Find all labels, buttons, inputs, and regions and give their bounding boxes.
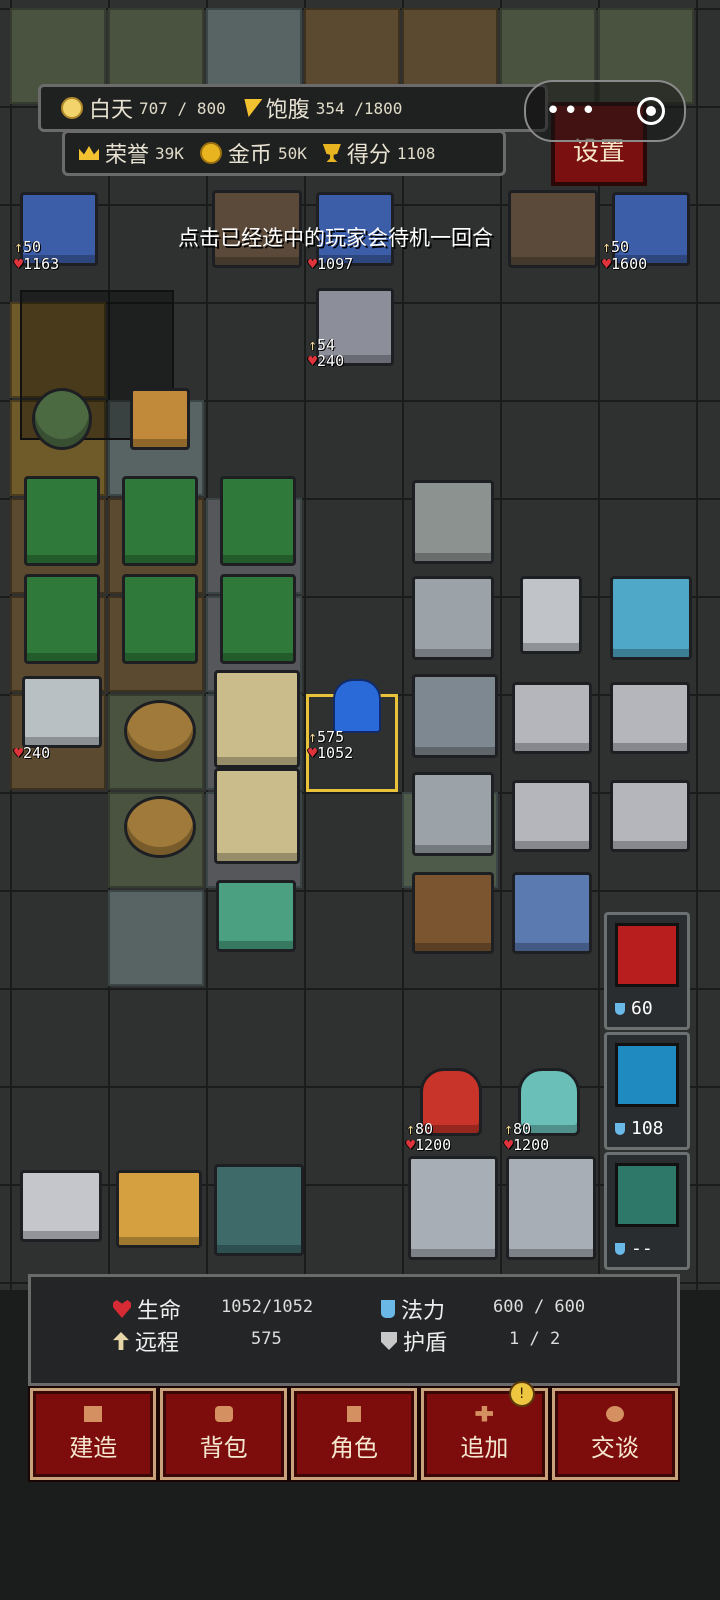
shield-icon (381, 1332, 397, 1350)
shield-value: 1 / 2 (509, 1329, 561, 1349)
heart-icon (113, 1300, 131, 1318)
bag-label: 背包 (199, 1433, 248, 1462)
score-value: 1108 (396, 143, 436, 163)
alert-badge: ! (508, 1381, 535, 1407)
girl-teal-atk: ↑80 (504, 1120, 532, 1138)
tile-stone (108, 890, 204, 986)
add-button[interactable]: 追加 ! (421, 1381, 548, 1480)
hp-label: 生命 (137, 1299, 182, 1324)
player-hp: ♥1052 (308, 744, 354, 762)
coin-icon (199, 142, 222, 164)
build-label: 建造 (69, 1433, 118, 1462)
mana-flask-icon (615, 1122, 625, 1135)
tower-3-hp: ♥1600 (602, 255, 648, 273)
close-target-icon[interactable] (636, 97, 665, 125)
skill-cost: -- (631, 1238, 653, 1259)
workshop-hp: ♥240 (14, 744, 51, 762)
day-label: 白天 (89, 98, 134, 123)
mana-flask-icon (615, 1242, 625, 1255)
tower-2-hp: ♥1097 (308, 255, 354, 273)
main-menu: 建造 背包 角色 追加 ! 交谈 (28, 1381, 680, 1482)
player-stats-panel: 生命 1052/1052 法力 600 / 600 远程 575 护盾 1 / … (28, 1274, 680, 1386)
honor-label: 荣誉 (105, 143, 150, 168)
trophy-icon (322, 144, 341, 162)
shield-icon (615, 1163, 679, 1227)
hammer-icon (84, 1405, 103, 1422)
resource-bar-top: 白天 707 / 800 饱腹 354 /1800 (38, 84, 548, 132)
food-value: 354 /1800 (315, 98, 403, 118)
hint-text: 点击已经选中的玩家会待机一回合 (178, 226, 493, 250)
character-button[interactable]: 角色 (290, 1388, 418, 1480)
skill-cost: 108 (631, 1118, 664, 1139)
add-label: 追加 (460, 1433, 509, 1462)
tower-3-atk: ↑50 (602, 238, 630, 256)
skill-card-lightning[interactable]: 108 (604, 1032, 690, 1150)
bag-button[interactable]: 背包 (160, 1388, 287, 1480)
girl-red-atk: ↑80 (406, 1120, 434, 1138)
sun-icon (61, 97, 83, 119)
lightning-icon (615, 1043, 679, 1107)
player-atk: ↑575 (308, 728, 345, 746)
build-button[interactable]: 建造 (30, 1388, 157, 1480)
crown-icon (79, 146, 99, 160)
mana-label: 法力 (401, 1299, 446, 1324)
knight-hp: ♥240 (308, 352, 345, 370)
mini-program-capsule[interactable]: ••• (524, 80, 686, 142)
talk-button[interactable]: 交谈 (551, 1388, 679, 1480)
day-value: 707 / 800 (139, 98, 226, 118)
gold-value: 50K (277, 143, 307, 163)
talk-label: 交谈 (590, 1433, 639, 1462)
honor-value: 39K (155, 143, 184, 163)
skill-card-shield[interactable]: -- (604, 1152, 690, 1270)
character-label: 角色 (330, 1433, 379, 1462)
range-label: 远程 (135, 1331, 180, 1356)
mana-value: 600 / 600 (493, 1297, 586, 1317)
skill-cost: 60 (631, 998, 653, 1019)
tower-1-hp: ♥1163 (14, 255, 60, 273)
ranged-arrow-icon (113, 1332, 129, 1350)
mana-flask-icon (615, 1002, 625, 1015)
mana-flask-icon (381, 1300, 395, 1318)
food-label: 饱腹 (265, 98, 310, 123)
hp-value: 1052/1052 (221, 1297, 314, 1317)
resource-bar-bottom: 荣誉 39K 金币 50K 得分 1108 (62, 130, 506, 176)
girl-teal-hp: ♥1200 (504, 1136, 550, 1154)
bag-icon (214, 1405, 233, 1422)
speech-bubble-icon (605, 1405, 624, 1422)
plus-icon (475, 1405, 494, 1422)
knight-atk: ↑54 (308, 336, 336, 354)
gold-label: 金币 (227, 143, 272, 168)
more-icon[interactable]: ••• (545, 96, 598, 126)
tower-1-atk: ↑50 (14, 238, 42, 256)
score-label: 得分 (346, 143, 391, 168)
bolt-icon (239, 99, 263, 117)
sword-icon (615, 923, 679, 987)
shield-label: 护盾 (403, 1331, 448, 1356)
skill-card-sword[interactable]: 60 (604, 912, 690, 1030)
range-value: 575 (251, 1329, 282, 1349)
girl-red-hp: ♥1200 (406, 1136, 452, 1154)
character-icon (347, 1405, 362, 1422)
